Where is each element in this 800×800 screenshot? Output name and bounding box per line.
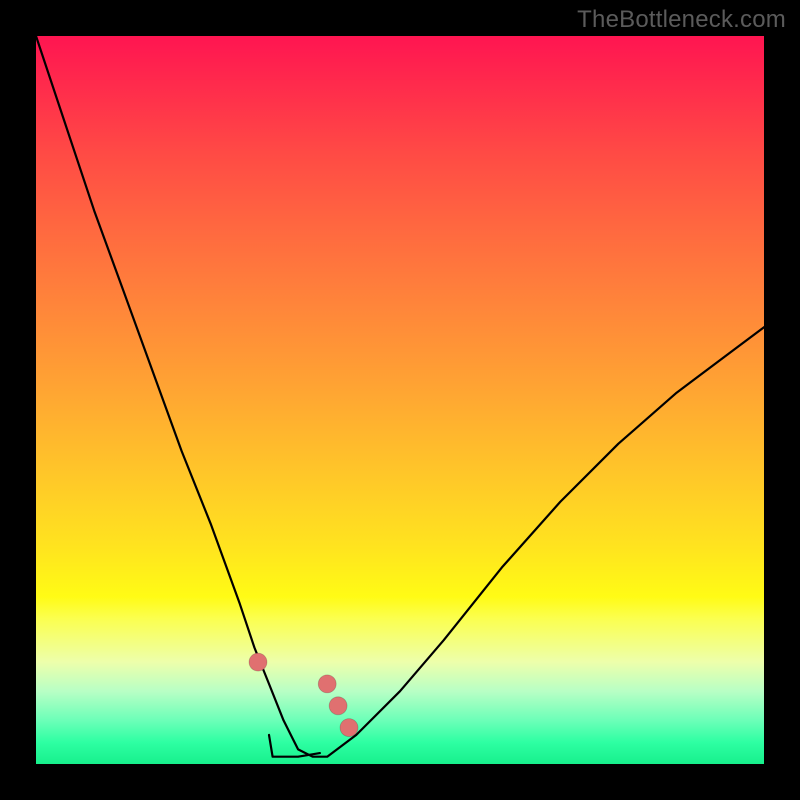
bottleneck-curve <box>36 36 764 757</box>
valley-marker-segment <box>269 735 320 757</box>
chart-frame: TheBottleneck.com <box>0 0 800 800</box>
right-dot-3 <box>340 719 358 737</box>
chart-svg <box>36 36 764 764</box>
left-upper-dot <box>249 653 267 671</box>
right-dot-1 <box>318 675 336 693</box>
watermark-text: TheBottleneck.com <box>577 6 786 34</box>
plot-area <box>36 36 764 764</box>
marker-dots <box>249 653 358 737</box>
right-dot-2 <box>329 697 347 715</box>
